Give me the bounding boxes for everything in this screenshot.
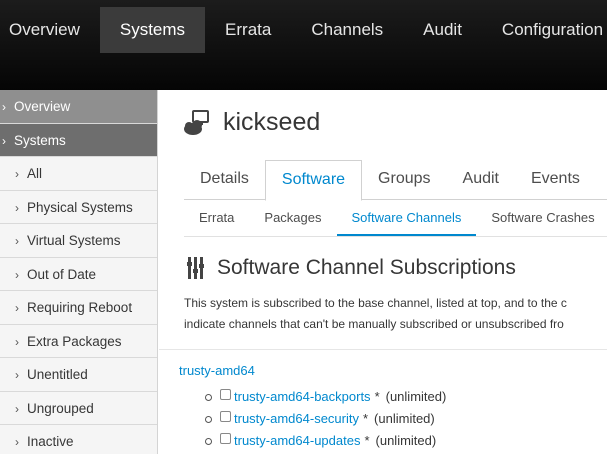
sidebar-item-label: All xyxy=(27,166,43,181)
list-item: trusty-amd64-backports * (unlimited) xyxy=(205,386,446,408)
tab-audit[interactable]: Audit xyxy=(447,160,515,200)
chevron-right-icon: › xyxy=(15,435,19,449)
main-content: kickseed Details Software Groups Audit E… xyxy=(159,90,607,454)
topnav-overview[interactable]: Overview xyxy=(0,7,100,53)
sidebar-item-label: Extra Packages xyxy=(27,333,122,349)
channel-checkbox[interactable] xyxy=(220,410,231,422)
subtab-software-channels[interactable]: Software Channels xyxy=(336,204,477,236)
system-header: kickseed xyxy=(183,108,320,137)
chevron-right-icon: › xyxy=(15,200,19,215)
top-header: Overview Systems Errata Channels Audit C… xyxy=(0,0,607,90)
sidebar-item-all[interactable]: › All xyxy=(0,157,157,191)
section-title: Software Channel Subscriptions xyxy=(217,256,516,279)
system-tabs: Details Software Groups Audit Events xyxy=(184,160,607,201)
sidebar-item-label: Inactive xyxy=(27,434,74,449)
sidebar-item-label: Virtual Systems xyxy=(27,233,121,248)
sidebar-item-inactive[interactable]: › Inactive xyxy=(0,425,157,454)
channel-limit: (unlimited) xyxy=(374,411,435,426)
divider xyxy=(159,349,607,350)
subtab-packages[interactable]: Packages xyxy=(249,204,336,236)
tab-details[interactable]: Details xyxy=(184,160,265,200)
chevron-right-icon: › xyxy=(15,334,19,349)
topnav-channels[interactable]: Channels xyxy=(291,7,403,53)
sidebar-item-label: Systems xyxy=(14,132,66,148)
topnav-errata[interactable]: Errata xyxy=(205,7,291,53)
sidebar-item-systems[interactable]: › Systems xyxy=(0,123,157,157)
topnav-systems[interactable]: Systems xyxy=(99,7,206,53)
topnav-configuration[interactable]: Configuration xyxy=(482,7,607,53)
sidebar-item-label: Requiring Reboot xyxy=(27,300,133,315)
sidebar-item-label: Out of Date xyxy=(27,266,97,282)
subtab-errata[interactable]: Errata xyxy=(184,204,249,236)
sidebar-item-label: Overview xyxy=(14,99,71,114)
sidebar-item-virtual-systems[interactable]: › Virtual Systems xyxy=(0,224,157,258)
subtab-software-crashes[interactable]: Software Crashes xyxy=(476,204,607,236)
sidebar-item-overview[interactable]: › Overview xyxy=(0,90,157,124)
channel-link[interactable]: trusty-amd64-backports xyxy=(234,386,371,408)
channel-link[interactable]: trusty-amd64-security xyxy=(234,408,359,430)
channel-checkbox[interactable] xyxy=(220,388,231,400)
list-item: trusty-amd64-security * (unlimited) xyxy=(205,408,446,430)
channel-checkbox[interactable] xyxy=(220,432,231,444)
channel-limit: (unlimited) xyxy=(375,433,437,448)
sidebar-item-requiring-reboot[interactable]: › Requiring Reboot xyxy=(0,291,157,325)
page-title: kickseed xyxy=(223,108,321,136)
sidebar-item-label: Ungrouped xyxy=(27,400,94,416)
bullet-icon xyxy=(205,415,212,423)
sidebar-item-ungrouped[interactable]: › Ungrouped xyxy=(0,392,157,425)
channel-icon xyxy=(187,257,204,279)
base-channel-link[interactable]: trusty-amd64 xyxy=(179,363,255,378)
section-header: Software Channel Subscriptions xyxy=(187,256,516,280)
chevron-right-icon: › xyxy=(15,301,19,315)
tab-events[interactable]: Events xyxy=(515,160,596,200)
bullet-icon xyxy=(205,393,212,401)
top-nav: Overview Systems Errata Channels Audit C… xyxy=(0,7,607,53)
chevron-right-icon: › xyxy=(2,133,6,148)
topnav-audit[interactable]: Audit xyxy=(403,7,482,53)
chevron-right-icon: › xyxy=(15,401,19,416)
list-item: trusty-amd64-updates * (unlimited) xyxy=(205,430,446,452)
chevron-right-icon: › xyxy=(15,234,19,248)
child-channel-list: trusty-amd64-backports * (unlimited) tru… xyxy=(205,386,446,452)
channel-link[interactable]: trusty-amd64-updates xyxy=(234,430,360,452)
section-description: This system is subscribed to the base ch… xyxy=(184,293,607,335)
channel-star: * xyxy=(374,389,380,404)
chevron-right-icon: › xyxy=(15,368,19,382)
description-line: This system is subscribed to the base ch… xyxy=(184,296,567,310)
channel-star: * xyxy=(362,411,369,426)
system-icon xyxy=(184,109,209,135)
software-subtabs: Errata Packages Software Channels Softwa… xyxy=(184,204,607,237)
sidebar-item-label: Physical Systems xyxy=(27,199,133,215)
sidebar: › Overview › Systems › All › Physical System… xyxy=(0,90,158,454)
bullet-icon xyxy=(205,437,212,445)
sidebar-item-unentitled[interactable]: › Unentitled xyxy=(0,358,157,392)
chevron-right-icon: › xyxy=(15,267,19,282)
channel-limit: (unlimited) xyxy=(385,389,447,404)
description-line: indicate channels that can't be manually… xyxy=(184,317,564,331)
sidebar-item-extra-packages[interactable]: › Extra Packages xyxy=(0,325,157,358)
tab-groups[interactable]: Groups xyxy=(362,160,446,200)
sidebar-item-out-of-date[interactable]: › Out of Date xyxy=(0,258,157,291)
sidebar-item-physical-systems[interactable]: › Physical Systems xyxy=(0,191,157,224)
tab-software[interactable]: Software xyxy=(264,160,363,201)
chevron-right-icon: › xyxy=(15,167,19,181)
sidebar-item-label: Unentitled xyxy=(27,367,88,382)
channel-star: * xyxy=(364,433,370,448)
chevron-right-icon: › xyxy=(2,100,6,114)
